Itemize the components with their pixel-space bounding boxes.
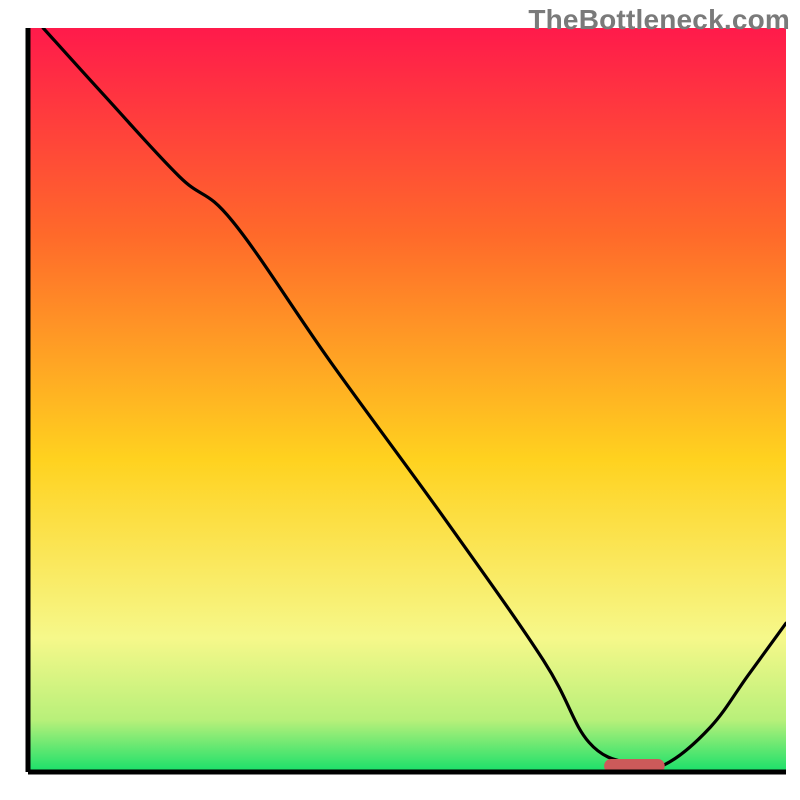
chart-stage: TheBottleneck.com [0, 0, 800, 800]
bottleneck-chart [0, 0, 800, 800]
plot-background [28, 28, 786, 772]
watermark-text: TheBottleneck.com [528, 4, 790, 36]
